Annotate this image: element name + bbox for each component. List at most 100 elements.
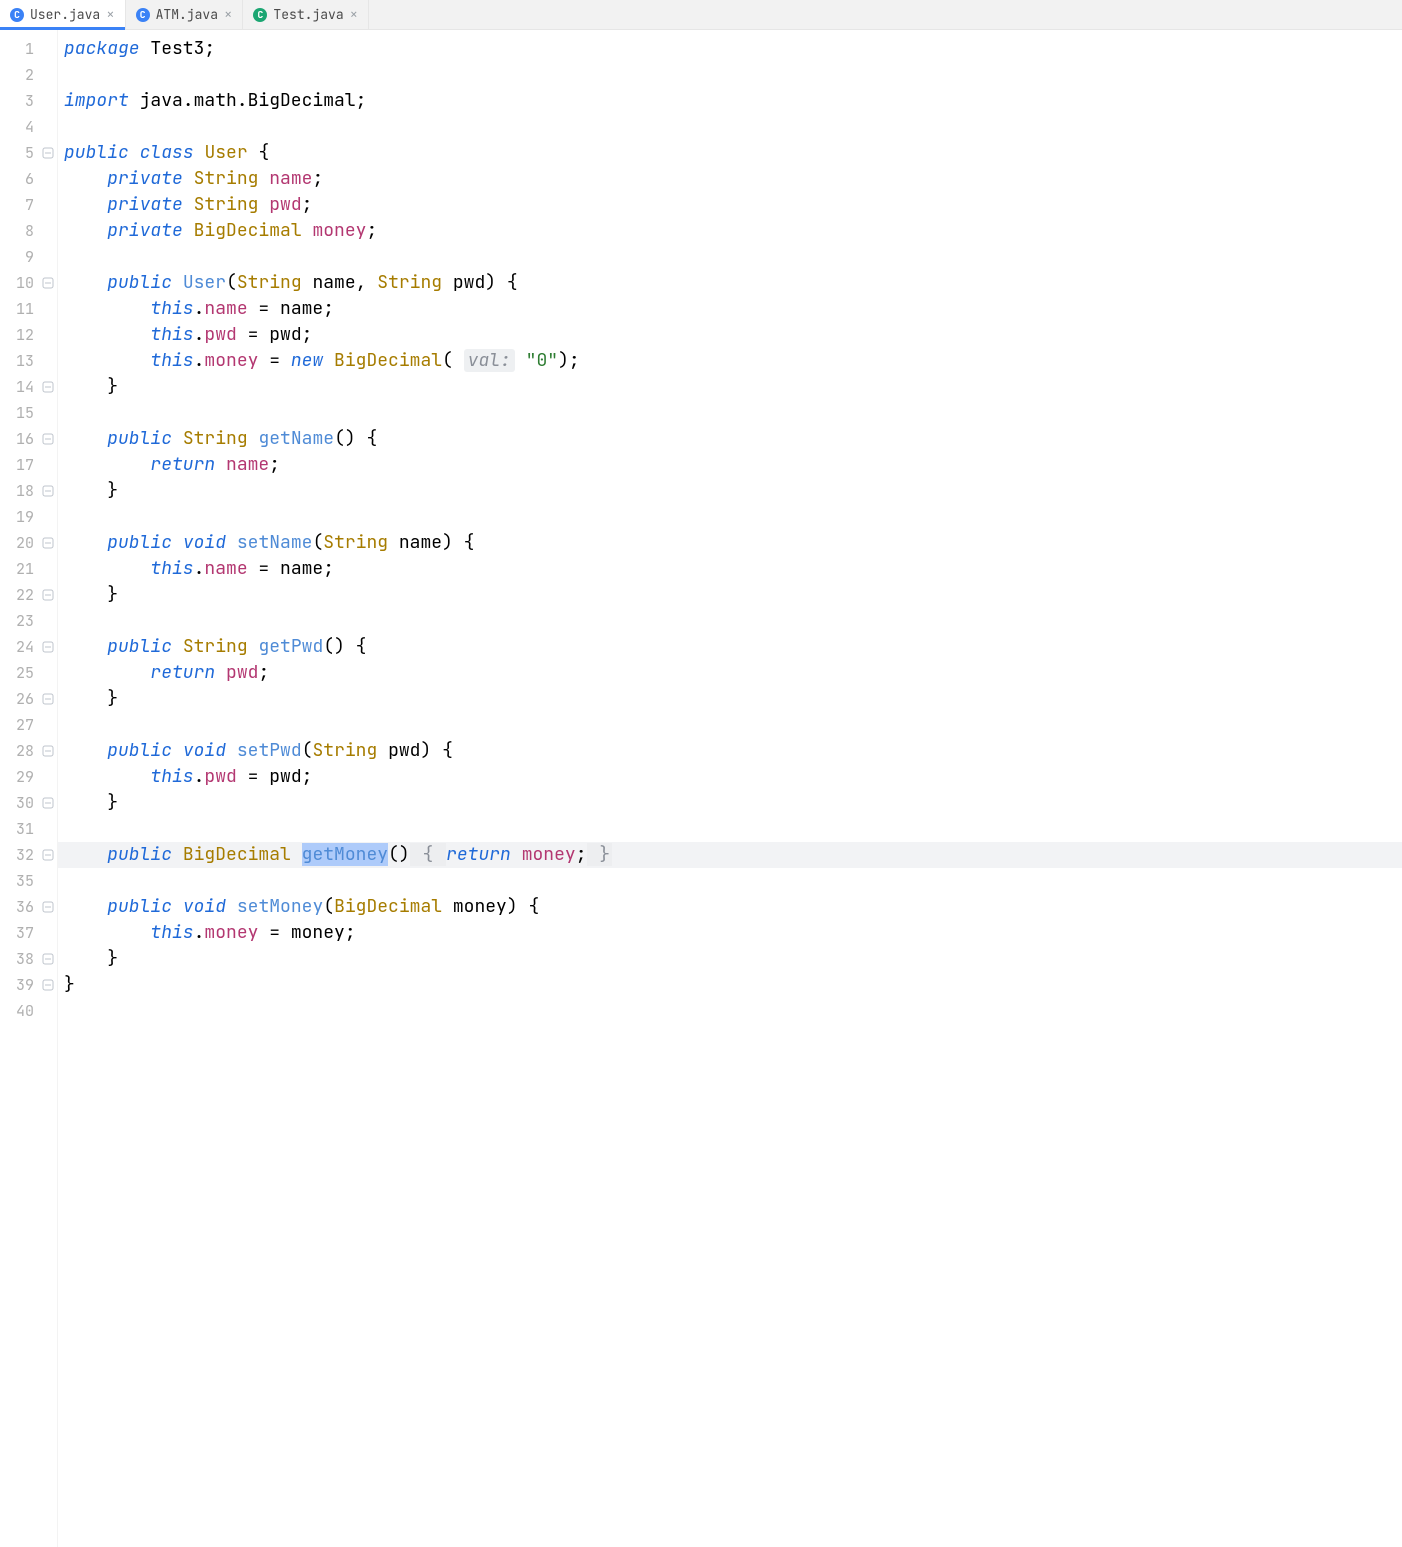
- line-number: 4: [0, 114, 44, 140]
- line-number: 36: [0, 894, 44, 920]
- fold-close-icon[interactable]: [42, 953, 56, 967]
- code-line[interactable]: return name;: [58, 452, 1402, 478]
- code-line[interactable]: return pwd;: [58, 660, 1402, 686]
- line-number: 39: [0, 972, 44, 998]
- code-line[interactable]: }: [58, 946, 1402, 972]
- code-line[interactable]: public void setPwd(String pwd) {: [58, 738, 1402, 764]
- line-number: 12: [0, 322, 44, 348]
- fold-close-icon[interactable]: [42, 381, 56, 395]
- code-line[interactable]: [58, 114, 1402, 140]
- code-line[interactable]: }: [58, 790, 1402, 816]
- tab-label: User.java: [30, 6, 100, 23]
- code-line[interactable]: public void setName(String name) {: [58, 530, 1402, 556]
- fold-open-icon[interactable]: [42, 745, 56, 759]
- fold-open-icon[interactable]: [42, 277, 56, 291]
- code-line[interactable]: }: [58, 374, 1402, 400]
- line-number: 28: [0, 738, 44, 764]
- code-line[interactable]: [58, 816, 1402, 842]
- code-line[interactable]: [58, 608, 1402, 634]
- code-line[interactable]: private String pwd;: [58, 192, 1402, 218]
- code-line-highlighted[interactable]: public BigDecimal getMoney() { return mo…: [58, 842, 1402, 868]
- tab-atm-java[interactable]: C ATM.java ×: [126, 0, 244, 29]
- code-line[interactable]: public String getName() {: [58, 426, 1402, 452]
- tab-label: ATM.java: [156, 6, 218, 23]
- line-number: 17: [0, 452, 44, 478]
- line-number: 25: [0, 660, 44, 686]
- tab-test-java[interactable]: C Test.java ×: [243, 0, 369, 29]
- line-number: 19: [0, 504, 44, 530]
- code-line[interactable]: [58, 868, 1402, 894]
- line-number: 24: [0, 634, 44, 660]
- line-number: 8: [0, 218, 44, 244]
- line-number: 18: [0, 478, 44, 504]
- code-line[interactable]: [58, 62, 1402, 88]
- line-number: 40: [0, 998, 44, 1024]
- fold-column: [44, 30, 58, 1547]
- code-line[interactable]: private BigDecimal money;: [58, 218, 1402, 244]
- code-line[interactable]: this.pwd = pwd;: [58, 322, 1402, 348]
- code-line[interactable]: this.pwd = pwd;: [58, 764, 1402, 790]
- line-number: 7: [0, 192, 44, 218]
- code-line[interactable]: public User(String name, String pwd) {: [58, 270, 1402, 296]
- fold-close-icon[interactable]: [42, 693, 56, 707]
- code-line[interactable]: [58, 712, 1402, 738]
- line-number: 29: [0, 764, 44, 790]
- line-number: 31: [0, 816, 44, 842]
- fold-close-icon[interactable]: [42, 485, 56, 499]
- code-line[interactable]: this.name = name;: [58, 556, 1402, 582]
- code-line[interactable]: [58, 998, 1402, 1024]
- line-number: 23: [0, 608, 44, 634]
- tab-user-java[interactable]: C User.java ×: [0, 0, 126, 29]
- tab-label: Test.java: [273, 6, 343, 23]
- code-line[interactable]: }: [58, 478, 1402, 504]
- code-line[interactable]: package Test3;: [58, 36, 1402, 62]
- line-number: 27: [0, 712, 44, 738]
- line-number: 26: [0, 686, 44, 712]
- line-number-gutter: 1234567891011121314151617181920212223242…: [0, 30, 44, 1547]
- java-test-icon: C: [253, 8, 267, 22]
- code-line[interactable]: }: [58, 582, 1402, 608]
- fold-open-icon[interactable]: [42, 901, 56, 915]
- line-number: 22: [0, 582, 44, 608]
- code-line[interactable]: }: [58, 972, 1402, 998]
- line-number: 16: [0, 426, 44, 452]
- line-number: 5: [0, 140, 44, 166]
- code-line[interactable]: public void setMoney(BigDecimal money) {: [58, 894, 1402, 920]
- code-line[interactable]: this.name = name;: [58, 296, 1402, 322]
- line-number: 13: [0, 348, 44, 374]
- editor-tab-bar: C User.java × C ATM.java × C Test.java ×: [0, 0, 1402, 30]
- code-line[interactable]: [58, 244, 1402, 270]
- fold-open-icon[interactable]: [42, 849, 56, 863]
- line-number: 11: [0, 296, 44, 322]
- fold-open-icon[interactable]: [42, 641, 56, 655]
- code-line[interactable]: [58, 400, 1402, 426]
- line-number: 14: [0, 374, 44, 400]
- code-line[interactable]: private String name;: [58, 166, 1402, 192]
- close-icon[interactable]: ×: [224, 8, 232, 22]
- fold-open-icon[interactable]: [42, 537, 56, 551]
- line-number: 21: [0, 556, 44, 582]
- line-number: 35: [0, 868, 44, 894]
- code-line[interactable]: this.money = new BigDecimal( val: "0");: [58, 348, 1402, 374]
- line-number: 3: [0, 88, 44, 114]
- line-number: 6: [0, 166, 44, 192]
- close-icon[interactable]: ×: [350, 8, 358, 22]
- fold-close-icon[interactable]: [42, 979, 56, 993]
- selection: getMoney: [302, 843, 388, 866]
- line-number: 2: [0, 62, 44, 88]
- close-icon[interactable]: ×: [106, 8, 114, 22]
- code-line[interactable]: public String getPwd() {: [58, 634, 1402, 660]
- code-line[interactable]: import java.math.BigDecimal;: [58, 88, 1402, 114]
- code-line[interactable]: this.money = money;: [58, 920, 1402, 946]
- fold-open-icon[interactable]: [42, 147, 56, 161]
- fold-close-icon[interactable]: [42, 589, 56, 603]
- code-area[interactable]: package Test3; import java.math.BigDecim…: [58, 30, 1402, 1547]
- code-line[interactable]: [58, 504, 1402, 530]
- java-class-icon: C: [10, 8, 24, 22]
- code-line[interactable]: }: [58, 686, 1402, 712]
- code-editor[interactable]: 1234567891011121314151617181920212223242…: [0, 30, 1402, 1547]
- line-number: 15: [0, 400, 44, 426]
- fold-close-icon[interactable]: [42, 797, 56, 811]
- fold-open-icon[interactable]: [42, 433, 56, 447]
- code-line[interactable]: public class User {: [58, 140, 1402, 166]
